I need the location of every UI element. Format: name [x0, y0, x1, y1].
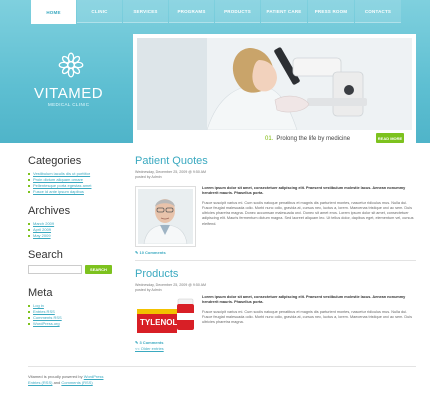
footer-line-2: Entries (RSS) and Comments (RSS) — [28, 380, 138, 386]
archive-link[interactable]: May 2009 — [28, 233, 118, 239]
categories-list: Vestibulum iaculis dis ut porttitor Proi… — [28, 171, 118, 195]
search-input[interactable] — [28, 265, 82, 274]
post-products: Products Wednesday, December 25, 2009 @ … — [135, 268, 416, 351]
archives-list: March 2009 April 2009 May 2009 — [28, 221, 118, 239]
footer-powered-text: Vitamed is proudly powered by — [28, 374, 83, 379]
post-paragraph: Fusce suscipit varius mi. Cum sociis nat… — [202, 200, 414, 226]
footer: Vitamed is proudly powered by WordPress … — [28, 374, 138, 386]
footer-divider — [28, 366, 416, 367]
post-patient-quotes: Patient Quotes Wednesday, December 25, 2… — [135, 155, 416, 255]
post-author: posted by Admin — [135, 175, 162, 179]
comments-count: 10 Comments — [139, 250, 166, 255]
nav-home[interactable]: HOME — [31, 0, 76, 24]
categories-heading: Categories — [28, 155, 82, 167]
comments-count: 3 Comments — [139, 340, 164, 345]
post-body: TYLENOL Lorem ipsum dolor sit amet, cons… — [135, 295, 416, 337]
comments-link[interactable]: ✎ 3 Comments — [135, 340, 416, 345]
search-heading: Search — [28, 249, 63, 261]
post-divider — [135, 260, 416, 261]
flower-logo-icon — [58, 52, 84, 78]
banner-caption-text: Prolong the life by medicine — [276, 135, 351, 142]
post-title[interactable]: Products — [135, 268, 416, 280]
logo-title[interactable]: VITAMED — [34, 85, 103, 102]
search-row: SEARCH — [28, 265, 118, 274]
nav-products[interactable]: PRODUCTS — [215, 0, 260, 23]
footer-and-text: and — [53, 380, 61, 385]
search-button[interactable]: SEARCH — [85, 265, 112, 274]
comments-link[interactable]: ✎ 10 Comments — [135, 250, 416, 255]
footer-wordpress-link[interactable]: WordPress — [84, 374, 104, 379]
sidebar: Categories Vestibulum iaculis dis ut por… — [28, 155, 118, 337]
post-text: Lorem ipsum dolor sit amet, consectetuer… — [202, 186, 416, 247]
banner-caption: 01. Prolong the life by medicine READ MO… — [133, 130, 416, 147]
scientist-microscope-image — [137, 38, 412, 130]
post-body: Lorem ipsum dolor sit amet, consectetuer… — [135, 186, 416, 247]
nav-clinic[interactable]: CLINIC — [77, 0, 122, 23]
post-lead: Lorem ipsum dolor sit amet, consectetuer… — [202, 295, 406, 305]
post-thumbnail — [135, 186, 196, 247]
doctor-portrait-image — [138, 189, 193, 244]
banner-number: 01. — [265, 135, 274, 142]
post-meta: Wednesday, December 25, 2009 @ 9:50 AM p… — [135, 170, 416, 180]
footer-comments-rss-link[interactable]: Comments (RSS) — [61, 380, 92, 385]
main-content: Patient Quotes Wednesday, December 25, 2… — [135, 155, 416, 351]
category-link[interactable]: Fusce id ante ipsum dapibus — [28, 189, 118, 195]
post-paragraph: Fusce suscipit varius mi. Cum sociis nat… — [202, 309, 412, 325]
post-lead: Lorem ipsum dolor sit amet, consectetuer… — [202, 186, 406, 196]
read-more-button[interactable]: READ MORE — [376, 133, 404, 143]
older-entries-link[interactable]: << Older entries — [135, 346, 416, 351]
meta-list: Log in Entries RSS Comments RSS WordPres… — [28, 303, 118, 327]
archives-heading: Archives — [28, 205, 71, 217]
footer-entries-rss-link[interactable]: Entries (RSS) — [28, 380, 52, 385]
nav-programs[interactable]: PROGRAMS — [169, 0, 214, 23]
logo-subtitle: MEDICAL CLINIC — [48, 102, 90, 107]
meta-heading: Meta — [28, 287, 53, 299]
nav-press-room[interactable]: PRESS ROOM — [308, 0, 354, 23]
product-box-label: TYLENOL — [140, 318, 177, 327]
meta-link[interactable]: WordPress.org — [28, 321, 118, 327]
banner-photo — [137, 38, 412, 130]
nav-contacts[interactable]: CONTACTS — [355, 0, 401, 23]
post-meta: Wednesday, December 25, 2009 @ 9:50 AM p… — [135, 283, 416, 293]
product-image: TYLENOL — [135, 295, 196, 337]
nav-services[interactable]: SERVICES — [123, 0, 168, 23]
post-author: posted by Admin — [135, 288, 162, 292]
post-text: Lorem ipsum dolor sit amet, consectetuer… — [202, 295, 416, 337]
nav-patient-care[interactable]: PATIENT CARE — [261, 0, 307, 23]
main-nav: HOME CLINIC SERVICES PROGRAMS PRODUCTS P… — [31, 0, 430, 24]
post-title[interactable]: Patient Quotes — [135, 155, 416, 167]
